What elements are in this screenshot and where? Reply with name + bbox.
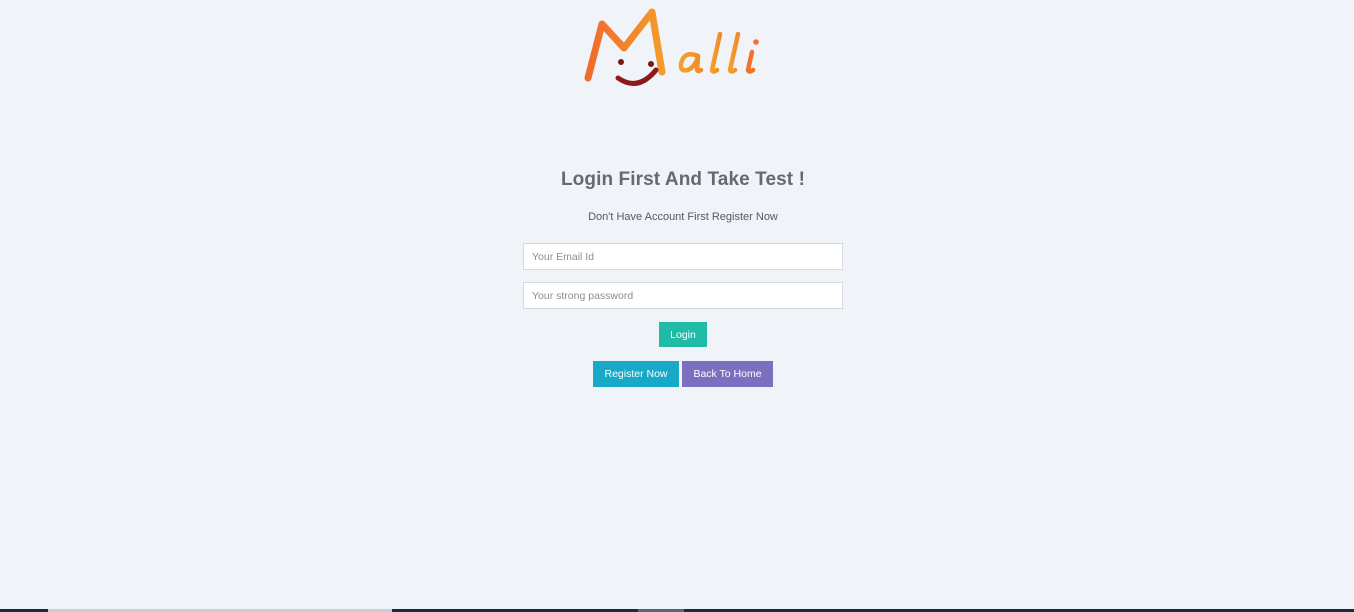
email-input[interactable] bbox=[523, 243, 843, 270]
back-to-home-button[interactable]: Back To Home bbox=[682, 361, 773, 387]
malli-logo-icon bbox=[584, 8, 759, 86]
register-now-button[interactable]: Register Now bbox=[593, 361, 679, 387]
page-title: Login First And Take Test ! bbox=[560, 169, 806, 190]
password-input[interactable] bbox=[523, 282, 843, 309]
login-button[interactable]: Login bbox=[659, 322, 707, 347]
brand-logo bbox=[580, 4, 786, 96]
register-prompt: Don't Have Account First Register Now bbox=[588, 211, 778, 223]
